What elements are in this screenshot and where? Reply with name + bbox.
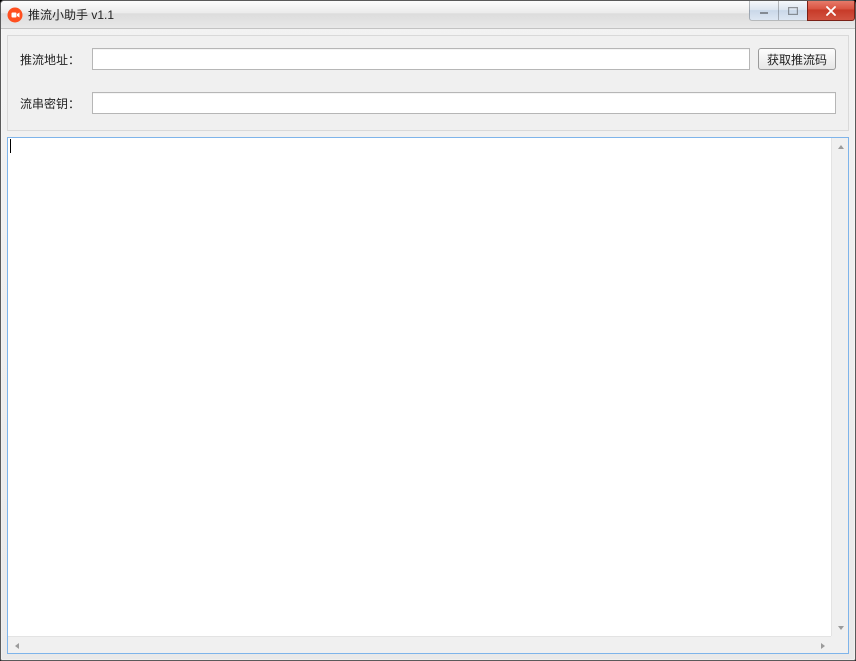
log-textarea[interactable] bbox=[7, 137, 849, 654]
app-icon bbox=[7, 7, 23, 23]
push-url-row: 推流地址： 获取推流码 bbox=[20, 48, 836, 70]
log-content[interactable] bbox=[8, 138, 831, 636]
app-window: 推流小助手 v1.1 推流地址： bbox=[0, 0, 856, 661]
title-bar[interactable]: 推流小助手 v1.1 bbox=[1, 1, 855, 29]
client-area: 推流地址： 获取推流码 流串密钥： bbox=[1, 29, 855, 660]
stream-key-row: 流串密钥： bbox=[20, 92, 836, 114]
push-url-input[interactable] bbox=[92, 48, 750, 70]
scroll-left-arrow-icon[interactable] bbox=[8, 637, 25, 654]
push-url-label: 推流地址： bbox=[20, 51, 92, 68]
minimize-button[interactable] bbox=[749, 1, 779, 21]
scroll-up-arrow-icon[interactable] bbox=[832, 138, 849, 155]
scroll-corner bbox=[831, 636, 848, 653]
maximize-button[interactable] bbox=[778, 1, 808, 21]
window-controls bbox=[750, 1, 855, 21]
scroll-right-arrow-icon[interactable] bbox=[814, 637, 831, 654]
scroll-down-arrow-icon[interactable] bbox=[832, 619, 849, 636]
input-panel: 推流地址： 获取推流码 流串密钥： bbox=[7, 35, 849, 131]
horizontal-scrollbar[interactable] bbox=[8, 636, 831, 653]
get-stream-code-button[interactable]: 获取推流码 bbox=[758, 48, 836, 70]
stream-key-label: 流串密钥： bbox=[20, 95, 92, 112]
stream-key-input[interactable] bbox=[92, 92, 836, 114]
vertical-scrollbar[interactable] bbox=[831, 138, 848, 636]
window-title: 推流小助手 v1.1 bbox=[28, 9, 114, 21]
text-caret bbox=[10, 139, 11, 153]
close-button[interactable] bbox=[807, 1, 855, 21]
